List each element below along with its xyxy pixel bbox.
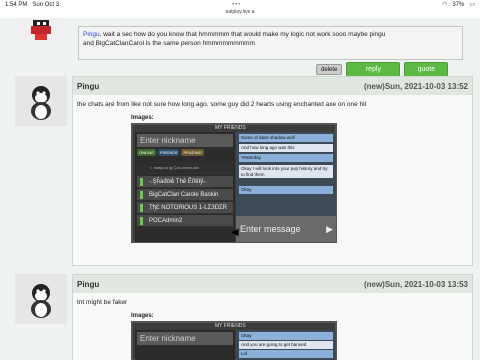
game-enter-message-text: Enter message — [240, 224, 301, 235]
game-chat-message: Some of dave shadow wolf — [239, 134, 333, 142]
url-text: eatplay.live — [225, 9, 251, 15]
post-username[interactable]: Pingu — [77, 82, 99, 91]
game-friends-panel: Enter nickname ONLINE FRIENDS PENDING ☆ … — [135, 132, 235, 243]
avatar[interactable] — [15, 274, 67, 324]
avatar-post0 — [15, 18, 70, 40]
game-tab-pending: PENDING — [181, 149, 204, 157]
delete-button[interactable]: delete — [316, 64, 343, 75]
battery-icon: ▭ — [469, 2, 475, 8]
game-enter-message: Enter message ▶ — [236, 216, 336, 243]
game-chat-panel: Some of dave shadow wolf And how long ag… — [236, 132, 336, 217]
game-chat-message: And you are going to get banned — [239, 341, 333, 349]
images-label: Images: — [131, 313, 154, 320]
game-tab-online: ONLINE — [137, 149, 156, 157]
thread-content: Pingu, wait a sec how do you know that h… — [0, 18, 480, 360]
avatar[interactable] — [15, 76, 67, 126]
game-nickname-input: Enter nickname — [137, 134, 233, 148]
wifi-icon: ◠ — [442, 2, 448, 8]
penguin-avatar-icon — [31, 284, 51, 318]
game-chat-panel: Okay And you are going to get banned Lol — [236, 330, 336, 360]
post-text: the chats are from like not sure how lon… — [77, 101, 367, 108]
game-friend-name: ṬђԐ ΝОТОЯІОUS 1-LΣ3DΣR — [149, 205, 227, 212]
penguin-avatar-icon — [31, 86, 51, 120]
quote-text-1: , wait a sec how do you know that hmmmmm… — [99, 31, 386, 38]
post2-body: Pingu (new)Sun, 2021-10-03 13:53 tnt mig… — [72, 274, 473, 360]
game-chat-message: Lol — [239, 350, 333, 358]
avatar-post2 — [15, 274, 70, 324]
game-screenshot[interactable]: MY FRIENDS Enter nickname Okay And you a… — [131, 321, 337, 360]
images-label: Images: — [131, 115, 154, 122]
game-chat-message: Yesterday — [239, 154, 333, 162]
post-date: (new)Sun, 2021-10-03 13:52 — [363, 81, 468, 91]
character-avatar-icon — [31, 20, 51, 40]
post1-body: Pingu (new)Sun, 2021-10-03 13:52 the cha… — [72, 76, 473, 266]
game-friends-title: MY FRIENDS — [215, 323, 246, 330]
game-tab-friends: FRIENDS — [157, 149, 180, 157]
game-friend-row: BigCatClan Carole Baskin — [137, 189, 233, 202]
multitask-dots[interactable]: ••• — [232, 2, 241, 8]
quote-button[interactable]: quote — [404, 62, 449, 77]
game-chat-message: And how long ago was this — [239, 144, 333, 152]
url-bar[interactable]: eatplay.live a — [0, 9, 480, 18]
lock-icon: a — [251, 9, 255, 15]
game-friend-row: ṬђԐ ΝОТОЯІОUS 1-LΣ3DΣR — [137, 202, 233, 215]
post0-actions: delete reply quote — [316, 62, 449, 77]
date: Sun Oct 3 — [32, 1, 60, 8]
game-tabs: ONLINE FRIENDS PENDING — [137, 149, 204, 157]
send-arrow-icon: ▶ — [326, 224, 333, 235]
post-username[interactable]: Pingu — [77, 280, 99, 289]
game-screenshot[interactable]: MY FRIENDS Enter nickname ONLINE FRIENDS… — [131, 123, 337, 244]
quote-box: Pingu, wait a sec how do you know that h… — [78, 26, 463, 60]
post-date: (new)Sun, 2021-10-03 13:53 — [363, 279, 468, 289]
game-chat-message: Okay — [239, 332, 333, 340]
status-bar: 1:54 PM Sun Oct 3 ••• ◠ 37% ▭ — [0, 0, 480, 9]
battery-percent: 37% — [452, 1, 465, 8]
game-chat-message: Okay I will look into your pvp history a… — [239, 165, 333, 179]
game-friend-name: -.Şĥàđòẘ Thĕ Ēñŧĭŧў-. — [149, 179, 207, 186]
game-friend-row: POCAdmin2 — [137, 215, 233, 228]
back-arrow-icon: ◀ — [231, 227, 239, 239]
reply-button[interactable]: reply — [346, 62, 401, 77]
post-header: Pingu (new)Sun, 2021-10-03 13:53 — [73, 275, 472, 293]
post-text: tnt might be faker — [77, 299, 128, 306]
game-chat-message: Okay — [239, 186, 333, 194]
avatar-post1 — [15, 76, 70, 126]
post-header: Pingu (new)Sun, 2021-10-03 13:52 — [73, 77, 472, 95]
game-friends-panel: Enter nickname — [135, 330, 235, 360]
game-friend-row: ☆ nowy.co ig Cos.xxxxx.xxx — [137, 162, 233, 175]
game-nickname-input: Enter nickname — [137, 332, 233, 346]
clock: 1:54 PM — [5, 1, 28, 8]
game-friend-row: -.Şĥàđòẘ Thĕ Ēñŧĭŧў-. — [137, 176, 233, 189]
game-friends-title: MY FRIENDS — [215, 125, 246, 132]
quoted-username-link[interactable]: Pingu — [83, 31, 100, 38]
game-friend-name: BigCatClan Carole Baskin — [149, 192, 219, 199]
quote-text-2: and BigCatClanCarol is the same person h… — [83, 40, 255, 48]
game-friend-name: POCAdmin2 — [149, 218, 183, 225]
